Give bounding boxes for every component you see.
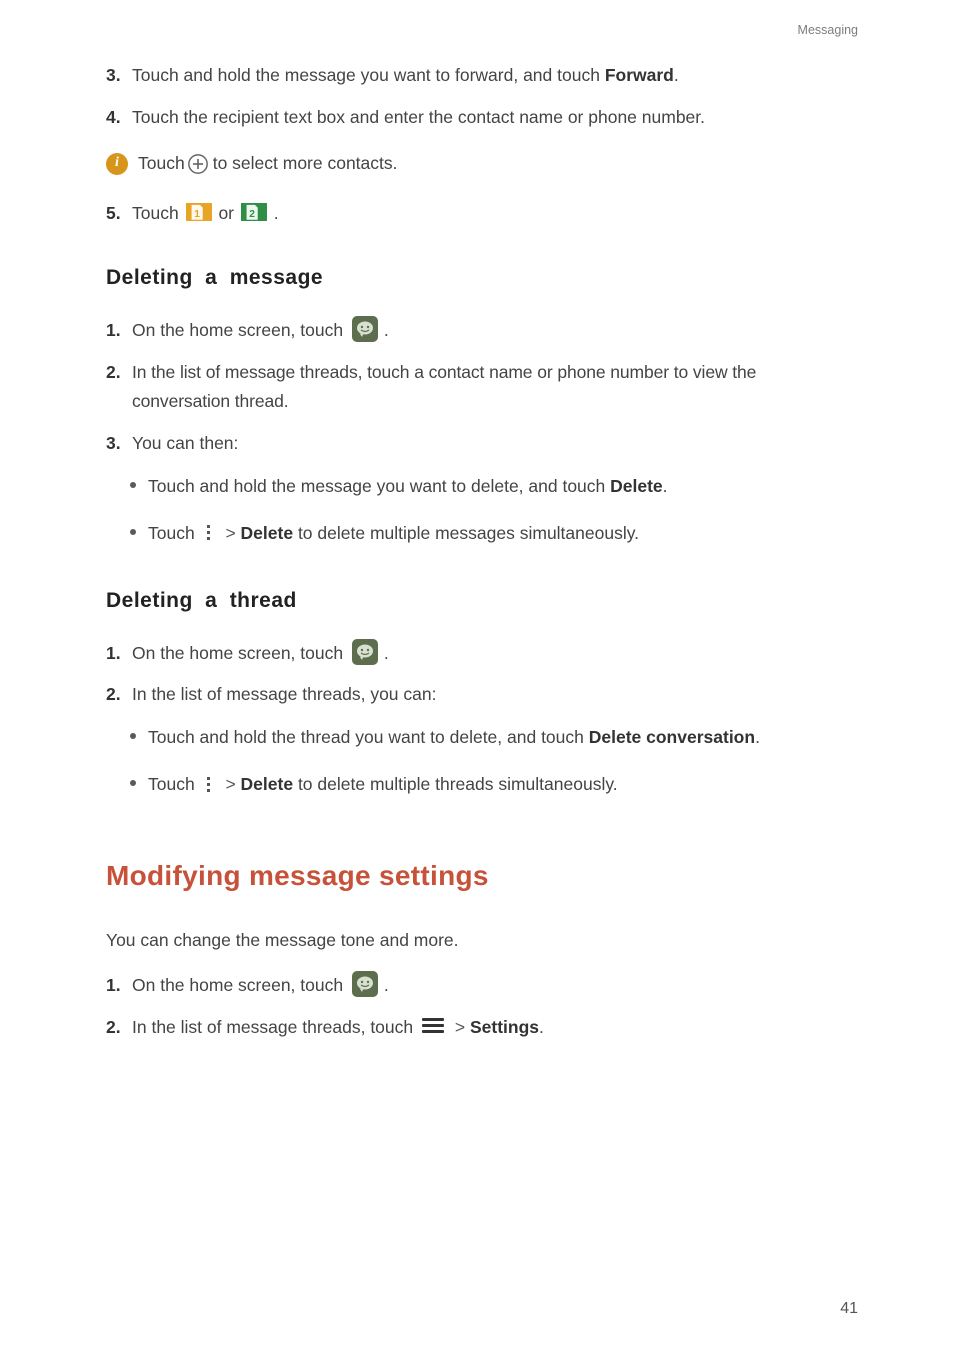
bold-delete: Delete: [610, 476, 663, 496]
text: >: [455, 1017, 465, 1037]
bullet-item: Touch and hold the thread you want to de…: [130, 720, 858, 755]
text: .: [663, 476, 668, 496]
text: .: [384, 975, 389, 995]
text: Touch: [138, 149, 185, 179]
step-body: On the home screen, touch .: [132, 316, 858, 346]
heading-deleting-message: Deleting a message: [106, 260, 858, 296]
text: to select more contacts.: [213, 149, 398, 179]
step-body: In the list of message threads, you can:: [132, 680, 858, 710]
bullet-item: Touch > Delete to delete multiple messag…: [130, 516, 858, 551]
bullet-list: Touch and hold the thread you want to de…: [130, 720, 858, 802]
messaging-app-icon: [352, 316, 378, 342]
step-number: 2.: [106, 1013, 132, 1043]
step-number: 2.: [106, 358, 132, 418]
messaging-app-icon: [352, 639, 378, 665]
text: .: [384, 320, 389, 340]
mod-step-1: 1. On the home screen, touch .: [106, 971, 858, 1001]
step-3: 3. Touch and hold the message you want t…: [106, 61, 858, 91]
sim2-icon: 2: [241, 203, 267, 223]
step-number: 1.: [106, 639, 132, 669]
step-number: 3.: [106, 429, 132, 459]
text: >: [225, 523, 235, 543]
step-body: Touch the recipient text box and enter t…: [132, 103, 858, 133]
step-4: 4. Touch the recipient text box and ente…: [106, 103, 858, 133]
heading-deleting-thread: Deleting a thread: [106, 583, 858, 619]
del-msg-step-3: 3. You can then:: [106, 429, 858, 459]
mod-step-2: 2. In the list of message threads, touch…: [106, 1013, 858, 1043]
step-number: 3.: [106, 61, 132, 91]
text: .: [384, 643, 389, 663]
text: .: [274, 203, 279, 223]
step-body: On the home screen, touch .: [132, 971, 858, 1001]
del-msg-step-1: 1. On the home screen, touch .: [106, 316, 858, 346]
heading-modifying-settings: Modifying message settings: [106, 852, 858, 900]
bold-forward: Forward: [605, 65, 674, 85]
more-vert-icon: [204, 522, 214, 540]
info-callout: i Touch to select more contacts.: [106, 149, 858, 179]
messaging-app-icon: [352, 971, 378, 997]
del-msg-step-2: 2. In the list of message threads, touch…: [106, 358, 858, 418]
step-body: You can then:: [132, 429, 858, 459]
text: .: [539, 1017, 544, 1037]
text: .: [755, 727, 760, 747]
text: Touch and hold the message you want to d…: [148, 476, 610, 496]
text: Touch and hold the message you want to f…: [132, 65, 605, 85]
text: On the home screen, touch: [132, 320, 348, 340]
text: to delete multiple threads simultaneousl…: [293, 774, 618, 794]
text: Touch: [132, 203, 184, 223]
step-number: 5.: [106, 199, 132, 229]
step-5: 5. Touch 1 or 2 .: [106, 199, 858, 229]
text: Touch: [148, 523, 200, 543]
more-vert-icon: [204, 774, 214, 792]
text: >: [225, 774, 235, 794]
text: or: [218, 203, 238, 223]
menu-icon: [422, 1015, 444, 1036]
step-number: 4.: [106, 103, 132, 133]
text: to delete multiple messages simultaneous…: [293, 523, 639, 543]
breadcrumb: Messaging: [106, 20, 858, 41]
step-body: Touch and hold the message you want to f…: [132, 61, 858, 91]
bold-delete: Delete: [241, 774, 294, 794]
bold-delete: Delete: [241, 523, 294, 543]
document-page: Messaging 3. Touch and hold the message …: [0, 0, 954, 1352]
step-number: 1.: [106, 316, 132, 346]
bullet-list: Touch and hold the message you want to d…: [130, 469, 858, 551]
info-icon: i: [106, 153, 128, 175]
text: Touch: [148, 774, 200, 794]
bold-delete-conversation: Delete conversation: [589, 727, 755, 747]
step-body: In the list of message threads, touch a …: [132, 358, 858, 418]
svg-text:1: 1: [194, 208, 200, 219]
bullet-item: Touch > Delete to delete multiple thread…: [130, 767, 858, 802]
sim1-icon: 1: [186, 203, 212, 223]
intro-text: You can change the message tone and more…: [106, 926, 858, 956]
text: Touch and hold the thread you want to de…: [148, 727, 589, 747]
text: On the home screen, touch: [132, 643, 348, 663]
step-number: 2.: [106, 680, 132, 710]
bold-settings: Settings: [470, 1017, 539, 1037]
step-body: In the list of message threads, touch > …: [132, 1013, 858, 1043]
step-body: Touch 1 or 2 .: [132, 199, 858, 229]
text: .: [674, 65, 679, 85]
page-number: 41: [840, 1295, 858, 1322]
bullet-item: Touch and hold the message you want to d…: [130, 469, 858, 504]
text: On the home screen, touch: [132, 975, 348, 995]
step-number: 1.: [106, 971, 132, 1001]
plus-circle-icon: [187, 153, 209, 175]
del-thread-step-2: 2. In the list of message threads, you c…: [106, 680, 858, 710]
text: In the list of message threads, touch: [132, 1017, 418, 1037]
del-thread-step-1: 1. On the home screen, touch .: [106, 639, 858, 669]
svg-text:2: 2: [249, 208, 255, 219]
step-body: On the home screen, touch .: [132, 639, 858, 669]
